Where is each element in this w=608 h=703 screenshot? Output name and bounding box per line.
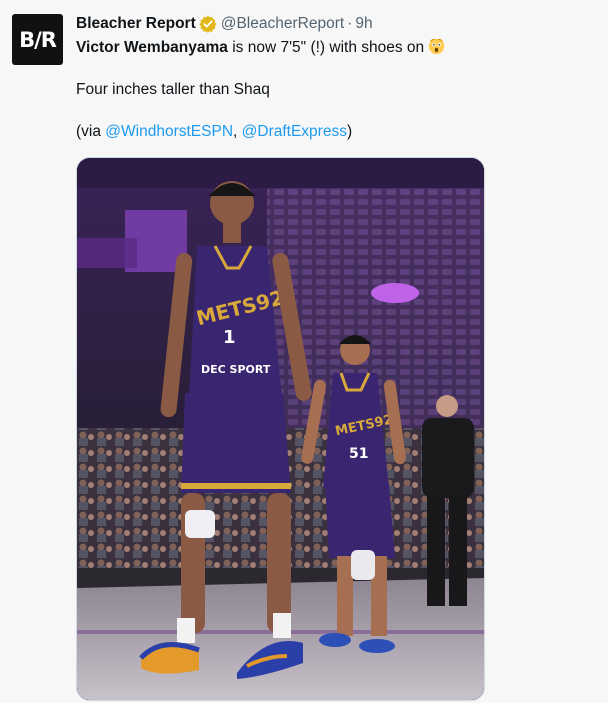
- tweet-timestamp[interactable]: 9h: [355, 15, 372, 33]
- tweet-photo[interactable]: METS92 51 METS92 1 DEC SPORT: [76, 157, 485, 701]
- shocked-face-emoji-icon: [429, 38, 445, 55]
- via-suffix: ): [346, 123, 353, 140]
- tweet-text-line2: Four inches taller than Shaq: [76, 81, 270, 98]
- via-prefix: (via: [76, 123, 106, 140]
- mention-link-draftexpress[interactable]: @DraftExpress: [242, 123, 347, 140]
- tweet-header: Bleacher Report @BleacherReport · 9h: [76, 12, 592, 36]
- tweet-text-via: (via @WindhorstESPN, @DraftExpress): [76, 121, 592, 143]
- verified-badge-icon[interactable]: [199, 15, 217, 33]
- tweet-text-rest: is now 7'5" (!) with shoes on: [227, 39, 425, 56]
- mention-link-windhorst[interactable]: @WindhorstESPN: [105, 123, 233, 140]
- tweet-content: Bleacher Report @BleacherReport · 9h Vic…: [76, 12, 592, 143]
- author-name[interactable]: Bleacher Report: [76, 15, 196, 33]
- separator-dot: ·: [347, 15, 353, 32]
- svg-text:DEC SPORT: DEC SPORT: [201, 363, 271, 376]
- avatar-logo-text: B/R: [19, 27, 57, 52]
- svg-text:51: 51: [349, 446, 368, 462]
- svg-text:1: 1: [223, 327, 236, 348]
- author-handle[interactable]: @BleacherReport: [221, 15, 344, 33]
- tweet-text-line1: Victor Wembanyama is now 7'5" (!) with s…: [76, 37, 592, 59]
- author-avatar[interactable]: B/R: [12, 14, 63, 65]
- tweet-text-bold-name: Victor Wembanyama: [76, 39, 228, 56]
- tweet-card[interactable]: B/R Bleacher Report @BleacherReport · 9h…: [0, 0, 608, 703]
- via-separator: ,: [233, 123, 242, 140]
- basketball-players-photo: METS92 51 METS92 1 DEC SPORT: [77, 158, 484, 700]
